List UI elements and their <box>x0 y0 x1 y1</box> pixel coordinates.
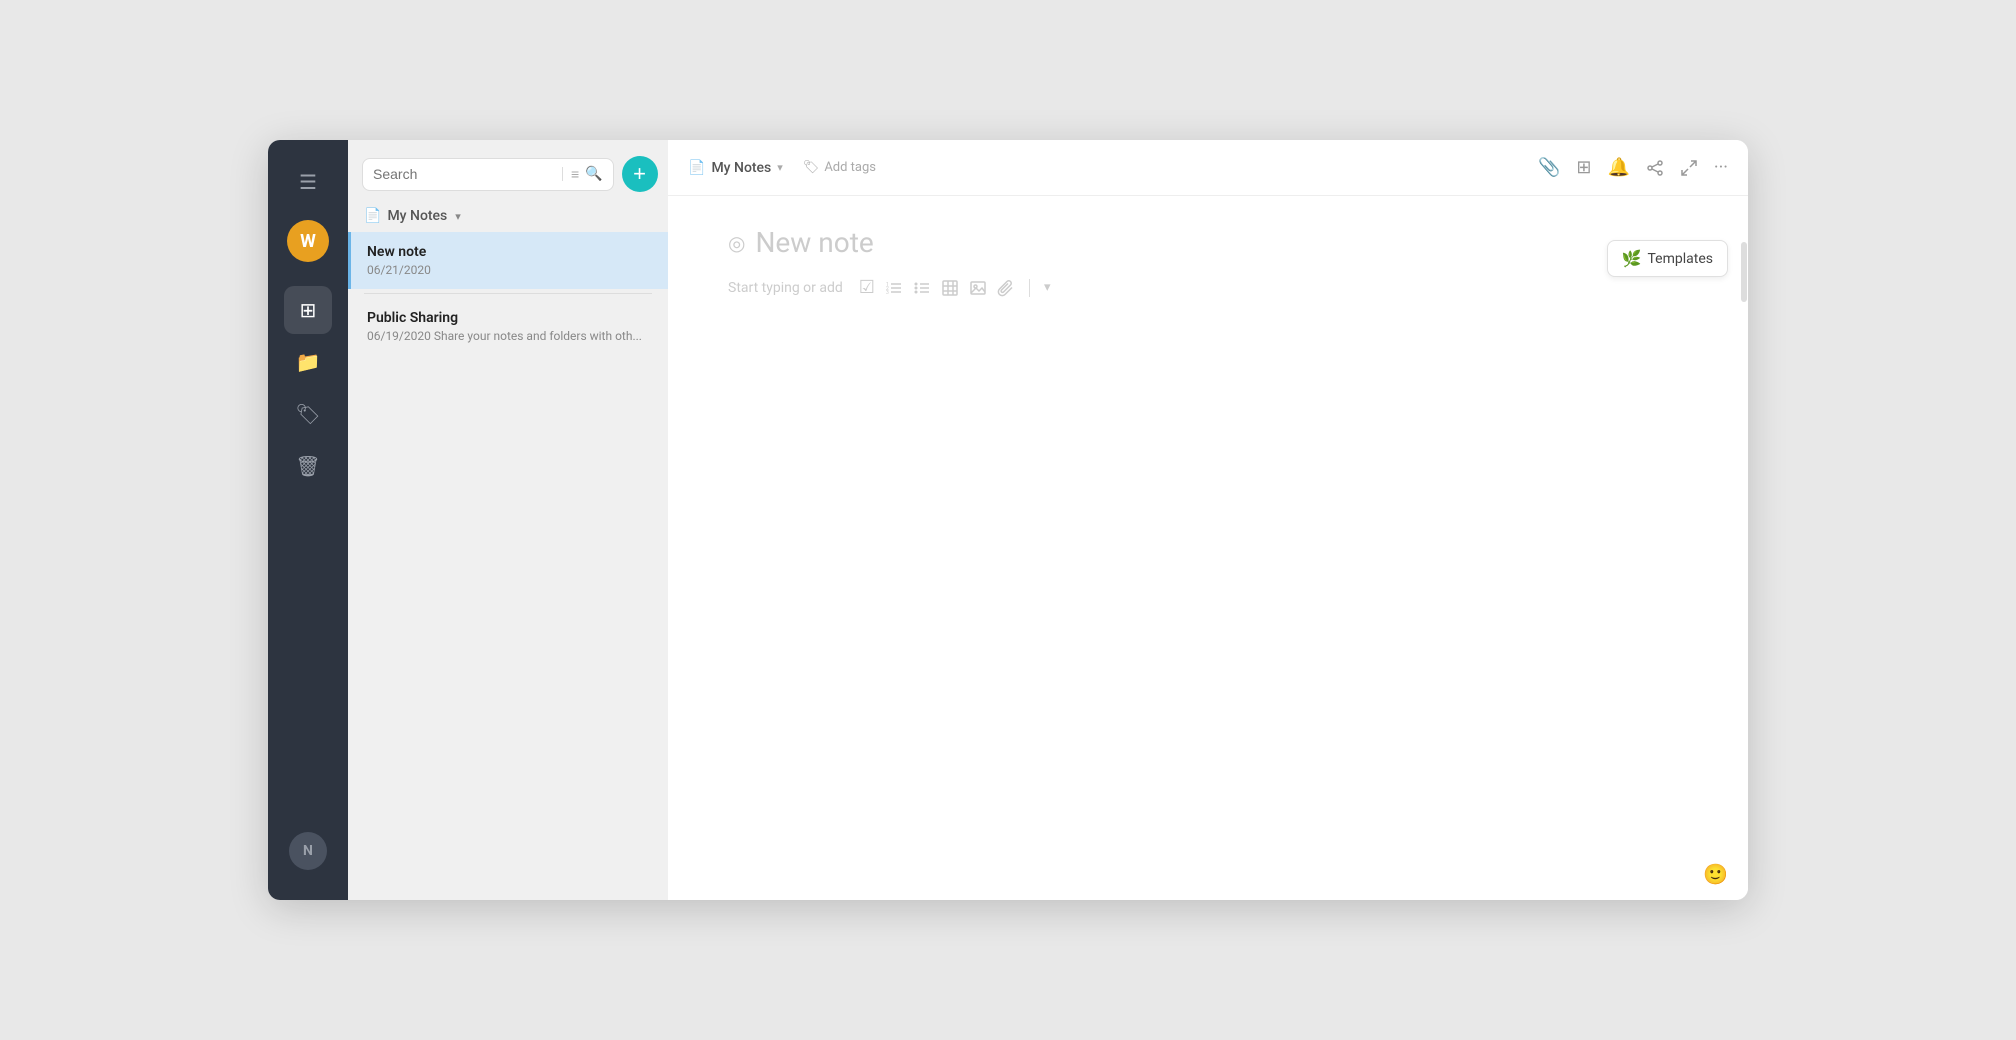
expand-icon[interactable] <box>1680 159 1698 177</box>
notes-list: New note 06/21/2020 Public Sharing 06/19… <box>348 232 668 900</box>
note-title: Public Sharing <box>367 310 652 326</box>
workspace-avatar[interactable]: W <box>287 220 329 262</box>
templates-label: Templates <box>1648 251 1714 267</box>
my-notes-section-header[interactable]: 📄 My Notes ▾ <box>348 202 668 232</box>
folder-icon: 📁 <box>296 350 321 374</box>
unordered-list-icon[interactable] <box>913 279 931 297</box>
nav-item-tags[interactable]: 🏷 <box>284 390 332 438</box>
notification-icon[interactable]: 🔔 <box>1607 157 1629 178</box>
add-note-button[interactable]: + <box>622 156 658 192</box>
toolbar-more-icon[interactable]: ▾ <box>1044 280 1051 295</box>
note-status-icon: ◎ <box>728 231 745 255</box>
attachment-icon[interactable]: 📎 <box>1538 157 1560 178</box>
dashboard-icon: ⊞ <box>300 298 317 322</box>
list-item[interactable]: New note 06/21/2020 <box>348 232 668 289</box>
note-toolbar: Start typing or add ☑ 1 2 3 <box>728 277 1688 298</box>
note-title-placeholder: New note <box>755 226 873 259</box>
nav-bar: ☰ W ⊞ 📁 🏷 🗑 N <box>268 140 348 900</box>
templates-button[interactable]: 🌿 Templates <box>1607 240 1728 277</box>
more-options-icon[interactable]: ··· <box>1714 157 1728 178</box>
image-icon[interactable] <box>969 279 987 297</box>
breadcrumb-location: My Notes <box>711 160 771 176</box>
toolbar-prompt: Start typing or add <box>728 280 843 296</box>
note-title: New note <box>367 244 652 260</box>
nav-items: ⊞ 📁 🏷 🗑 <box>284 286 332 824</box>
nav-item-folders[interactable]: 📁 <box>284 338 332 386</box>
search-input[interactable] <box>373 166 554 182</box>
nav-bottom: N <box>289 832 327 880</box>
ordered-list-icon[interactable]: 1 2 3 <box>885 279 903 297</box>
note-title-area: ◎ New note <box>728 226 1688 259</box>
sidebar: ≡ 🔍 + 📄 My Notes ▾ New note 06/21/2020 P… <box>348 140 668 900</box>
trash-icon: 🗑 <box>295 454 320 478</box>
table-icon[interactable] <box>941 279 959 297</box>
breadcrumb: 📄 My Notes ▾ <box>688 160 783 176</box>
scroll-thumb <box>1741 242 1747 302</box>
list-item[interactable]: Public Sharing 06/19/2020 Share your not… <box>348 298 668 355</box>
toolbar-separator <box>1029 279 1030 297</box>
tag-icon: 🏷 <box>803 160 820 175</box>
main-content: 📄 My Notes ▾ 🏷 Add tags 📎 ⊞ 🔔 <box>668 140 1748 900</box>
nav-item-trash[interactable]: 🗑 <box>284 442 332 490</box>
search-icon[interactable]: 🔍 <box>585 166 602 182</box>
breadcrumb-chevron-icon: ▾ <box>777 161 783 174</box>
section-chevron-icon: ▾ <box>455 210 461 223</box>
user-avatar[interactable]: N <box>289 832 327 870</box>
search-box: ≡ 🔍 <box>362 158 614 191</box>
section-folder-icon: 📄 <box>364 208 381 224</box>
breadcrumb-folder-icon: 📄 <box>688 160 705 176</box>
sidebar-header: ≡ 🔍 + <box>348 140 668 202</box>
nav-item-dashboard[interactable]: ⊞ <box>284 286 332 334</box>
filter-icon[interactable]: ≡ <box>571 166 579 183</box>
scroll-track[interactable] <box>1740 240 1748 900</box>
note-editor[interactable]: ◎ New note Start typing or add ☑ 1 2 3 <box>668 196 1748 900</box>
grid-view-icon[interactable]: ⊞ <box>1576 157 1591 178</box>
sidebar-divider <box>364 293 652 294</box>
attachment-toolbar-icon[interactable] <box>997 279 1015 297</box>
share-icon[interactable] <box>1646 159 1664 177</box>
search-divider <box>562 167 563 181</box>
note-meta: 06/19/2020 Share your notes and folders … <box>367 329 652 343</box>
header-actions: 📎 ⊞ 🔔 <box>1538 157 1728 178</box>
svg-text:3: 3 <box>886 290 889 296</box>
section-title: My Notes <box>387 208 447 224</box>
emoji-button[interactable]: 🙂 <box>1703 862 1728 886</box>
note-date: 06/21/2020 <box>367 263 652 277</box>
menu-icon[interactable]: ☰ <box>289 160 327 204</box>
templates-icon: 🌿 <box>1622 249 1642 268</box>
main-header: 📄 My Notes ▾ 🏷 Add tags 📎 ⊞ 🔔 <box>668 140 1748 196</box>
add-tags-button[interactable]: 🏷 Add tags <box>795 156 884 179</box>
tag-icon: 🏷 <box>295 402 320 426</box>
checkbox-icon[interactable]: ☑ <box>859 277 875 298</box>
